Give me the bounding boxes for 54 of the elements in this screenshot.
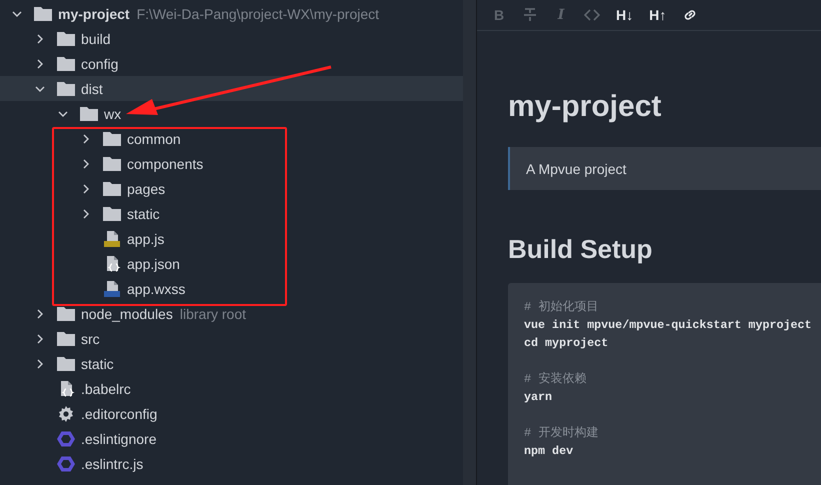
tree-item[interactable]: static — [0, 351, 463, 376]
tree-item[interactable]: common — [0, 126, 463, 151]
blockquote: A Mpvue project — [508, 147, 821, 190]
js-file-icon — [103, 230, 121, 248]
tree-item[interactable]: node_modules library root — [0, 301, 463, 326]
library-root-label: library root — [180, 306, 246, 322]
tree-item[interactable]: build — [0, 26, 463, 51]
link-icon — [682, 7, 698, 23]
tree-item[interactable]: app.wxss — [0, 276, 463, 301]
tree-item[interactable]: static — [0, 201, 463, 226]
format-button[interactable]: H↓ — [611, 5, 638, 25]
folder-icon — [80, 106, 98, 121]
folder-icon — [57, 356, 75, 371]
folder-icon — [34, 6, 52, 21]
folder-icon — [103, 156, 121, 171]
tree-item[interactable]: .eslintignore — [0, 426, 463, 451]
tree-item[interactable]: app.json — [0, 251, 463, 276]
tree-item[interactable]: .eslintrc.js — [0, 451, 463, 476]
tree-item[interactable]: .babelrc — [0, 376, 463, 401]
stylesheet-file-icon — [103, 280, 121, 298]
tree-item[interactable]: config — [0, 51, 463, 76]
tree-item[interactable]: wx — [0, 101, 463, 126]
code-icon — [584, 7, 600, 23]
tree-item[interactable]: src — [0, 326, 463, 351]
tree-item[interactable]: .editorconfig — [0, 401, 463, 426]
strikethrough-icon — [522, 7, 538, 23]
folder-icon — [57, 31, 75, 46]
folder-icon — [57, 56, 75, 71]
scrollbar[interactable] — [463, 0, 477, 485]
code-line: cd myproject — [524, 335, 610, 352]
tree-item[interactable]: pages — [0, 176, 463, 201]
code-comment: # 安装依赖 — [524, 371, 588, 388]
folder-icon — [57, 81, 75, 96]
folder-icon — [57, 306, 75, 321]
document-title: my-project — [508, 89, 662, 125]
project-path: F:\Wei-Da-Pang\project-WX\my-project — [136, 6, 380, 22]
code-comment: # 开发时构建 — [524, 425, 600, 442]
code-comment: # 初始化项目 — [524, 299, 600, 316]
folder-icon — [103, 181, 121, 196]
tree-item[interactable]: components — [0, 151, 463, 176]
tree-item[interactable]: app.js — [0, 226, 463, 251]
tree-item[interactable]: my-project F:\Wei-Da-Pang\project-WX\my-project — [0, 1, 463, 26]
hexagon-icon — [57, 430, 75, 446]
code-line: yarn — [524, 389, 554, 406]
hexagon-icon — [57, 456, 75, 472]
gear-icon — [58, 406, 74, 422]
format-button[interactable]: H↑ — [644, 5, 672, 25]
tree-item[interactable]: dist — [0, 76, 463, 101]
code-line: npm dev — [524, 443, 574, 460]
section-heading: Build Setup — [508, 233, 654, 266]
folder-icon — [103, 131, 121, 146]
folder-icon — [103, 206, 121, 221]
folder-icon — [57, 331, 75, 346]
code-line: vue init mpvue/mpvue-quickstart myproject — [524, 317, 813, 334]
